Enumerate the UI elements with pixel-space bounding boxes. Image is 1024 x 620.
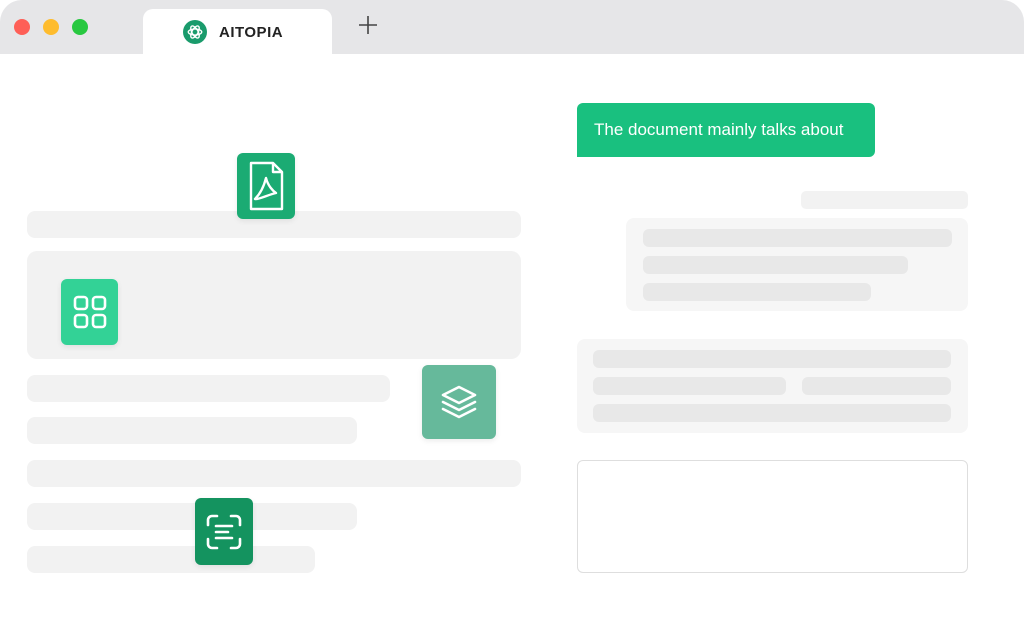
plus-icon [359, 16, 377, 34]
response-line-skeleton [802, 377, 951, 395]
browser-window: AITOPIA The document mainly talks about [0, 0, 1024, 620]
chat-input-box[interactable] [577, 460, 968, 573]
grid-icon[interactable] [61, 279, 118, 345]
text-scan-icon[interactable] [195, 498, 253, 565]
response-line-skeleton [593, 377, 786, 395]
doc-line-skeleton [27, 375, 390, 402]
response-line-skeleton [643, 283, 871, 301]
openai-logo-icon [183, 20, 207, 44]
doc-line-skeleton [27, 417, 357, 444]
minimize-window-button[interactable] [43, 19, 59, 35]
response-title-skeleton [801, 191, 968, 209]
doc-line-skeleton [27, 546, 315, 573]
tab-title: AITOPIA [219, 24, 284, 41]
response-line-skeleton [593, 350, 951, 368]
layers-icon[interactable] [422, 365, 496, 439]
close-window-button[interactable] [14, 19, 30, 35]
doc-line-skeleton [27, 460, 521, 487]
browser-tab[interactable]: AITOPIA [143, 9, 332, 54]
response-card-skeleton [626, 218, 968, 311]
chat-message-text: The document mainly talks about [594, 120, 844, 139]
pdf-file-icon[interactable] [237, 153, 295, 219]
response-line-skeleton [593, 404, 951, 422]
doc-line-skeleton [27, 503, 357, 530]
response-line-skeleton [643, 229, 952, 247]
new-tab-button[interactable] [356, 13, 380, 37]
response-line-skeleton [643, 256, 908, 274]
title-bar: AITOPIA [0, 0, 1024, 54]
chat-message-bubble: The document mainly talks about [577, 103, 875, 157]
maximize-window-button[interactable] [72, 19, 88, 35]
response-card-skeleton [577, 339, 968, 433]
